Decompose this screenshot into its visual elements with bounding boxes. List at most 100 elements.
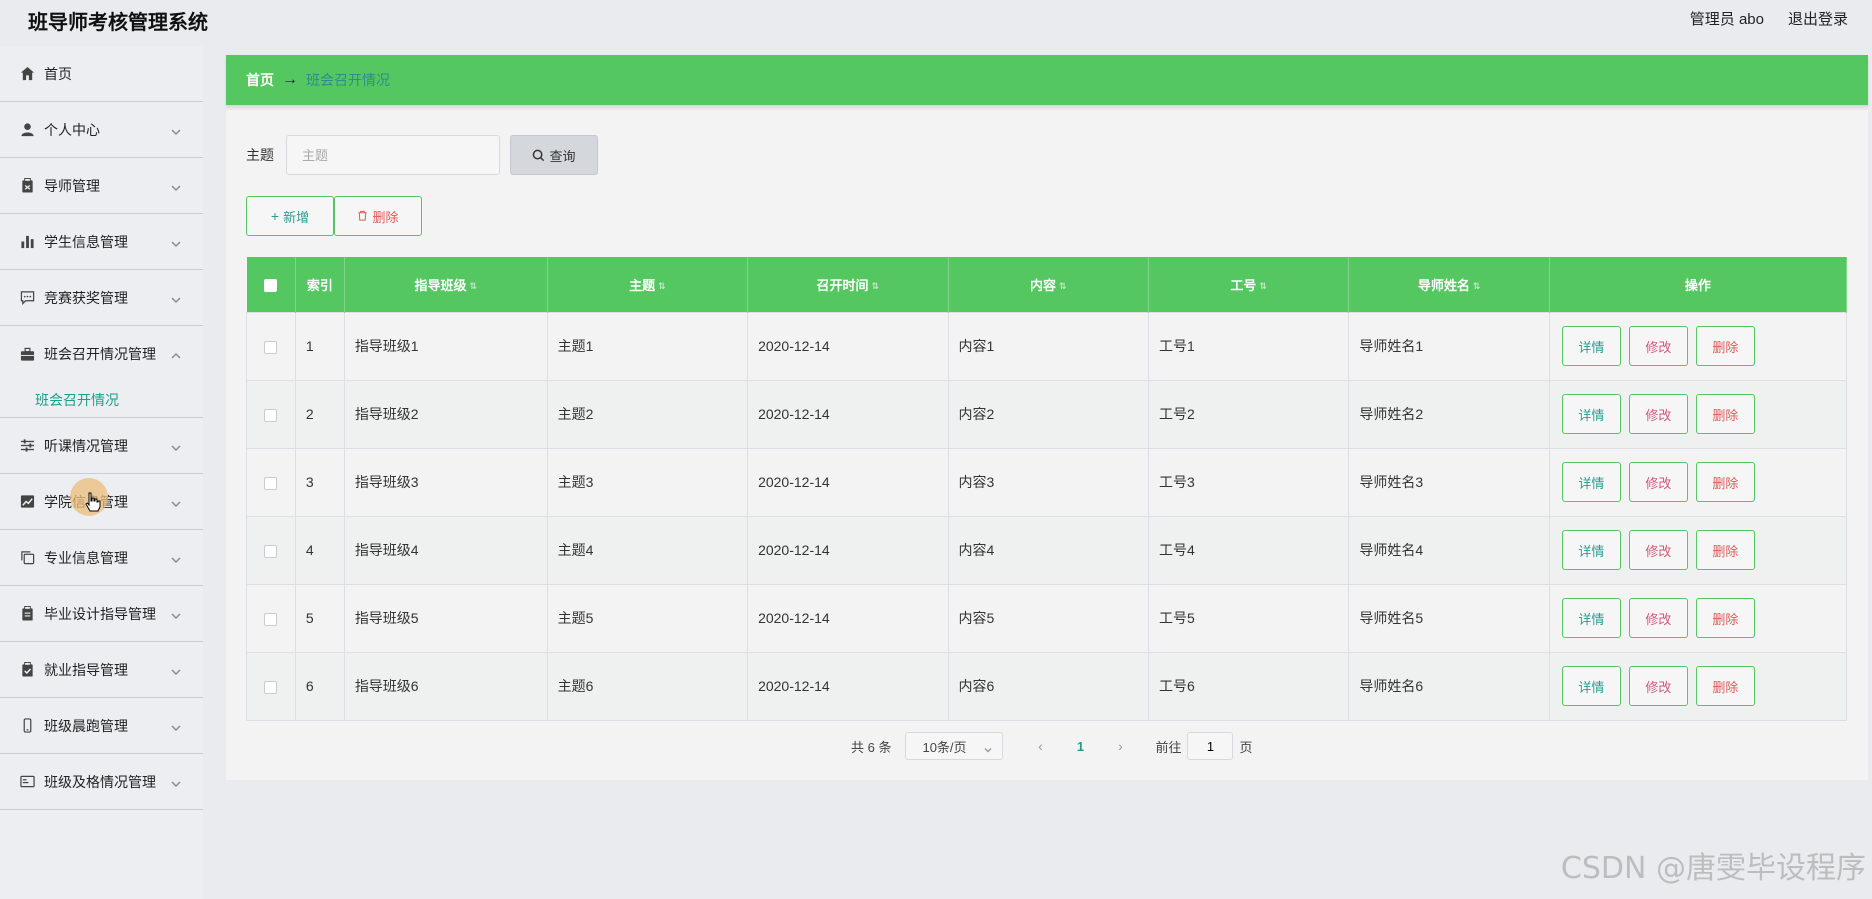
sidebar-item-graduation-design[interactable]: 毕业设计指导管理 xyxy=(0,586,203,642)
sidebar-item-personal-center[interactable]: 个人中心 xyxy=(0,102,203,158)
cell-index: 1 xyxy=(294,311,345,381)
search-button[interactable]: 查询 xyxy=(510,135,598,175)
watermark: CSDN @唐雯毕设程序 xyxy=(1560,851,1866,886)
row-select-cell[interactable] xyxy=(246,311,296,381)
sidebar-item-morning-run[interactable]: 班级晨跑管理 xyxy=(0,698,203,754)
cell-topic: 主题5 xyxy=(546,583,749,653)
sidebar-item-competition[interactable]: 竞赛获奖管理 xyxy=(0,270,203,326)
select-all-checkbox[interactable] xyxy=(264,278,278,292)
sidebar-item-label: 毕业设计指导管理 xyxy=(44,605,156,622)
detail-button[interactable]: 详情 xyxy=(1561,666,1621,706)
header-topic[interactable]: 主题 ⇅ xyxy=(547,257,749,312)
delete-row-button[interactable]: 删除 xyxy=(1695,598,1755,638)
cell-index: 6 xyxy=(294,651,345,721)
sidebar-item-label: 学生信息管理 xyxy=(44,233,128,250)
header-select-all[interactable] xyxy=(246,257,296,312)
search-button-label: 查询 xyxy=(549,148,576,164)
cell-topic: 主题4 xyxy=(546,515,749,585)
sidebar-subitem-class-meeting[interactable]: 班会召开情况 xyxy=(0,382,203,418)
row-select-cell[interactable] xyxy=(246,379,296,449)
detail-button[interactable]: 详情 xyxy=(1561,326,1621,366)
sidebar-item-major[interactable]: 专业信息管理 xyxy=(0,530,203,586)
sidebar-item-tutor[interactable]: 导师管理 xyxy=(0,158,203,214)
delete-row-button[interactable]: 删除 xyxy=(1695,666,1755,706)
cell-class: 指导班级5 xyxy=(343,583,548,653)
delete-row-button[interactable]: 删除 xyxy=(1695,394,1755,434)
sidebar-item-student-info[interactable]: 学生信息管理 xyxy=(0,214,203,270)
cell-topic: 主题1 xyxy=(546,311,749,381)
batch-delete-button[interactable]: 删除 xyxy=(334,196,422,236)
delete-row-button[interactable]: 删除 xyxy=(1695,530,1755,570)
chevron-down-icon xyxy=(171,776,181,787)
row-select-cell[interactable] xyxy=(246,447,296,517)
delete-row-button[interactable]: 删除 xyxy=(1695,462,1755,502)
page-size-select[interactable]: 10条/页 xyxy=(905,732,1004,760)
sort-icon[interactable]: ⇅ xyxy=(469,281,477,292)
copy-icon xyxy=(18,549,36,567)
top-bar: 班导师考核管理系统 管理员 abo 退出登录 xyxy=(0,0,1872,36)
detail-button[interactable]: 详情 xyxy=(1561,394,1621,434)
breadcrumb-arrow: → xyxy=(282,71,298,88)
row-select-cell[interactable] xyxy=(246,583,296,653)
chevron-down-icon xyxy=(171,552,181,563)
cell-staff-id: 工号1 xyxy=(1147,311,1350,381)
cell-tutor-name: 导师姓名6 xyxy=(1348,651,1550,721)
row-checkbox[interactable] xyxy=(264,476,278,490)
page-size-value: 10条/页 xyxy=(922,739,967,755)
breadcrumb-home[interactable]: 首页 xyxy=(246,70,274,90)
sidebar-item-class-meeting[interactable]: 班会召开情况管理 xyxy=(0,326,203,382)
row-select-cell[interactable] xyxy=(246,515,296,585)
search-icon xyxy=(533,149,545,161)
search-label: 主题 xyxy=(246,147,274,163)
cell-topic: 主题2 xyxy=(546,379,749,449)
sort-icon[interactable]: ⇅ xyxy=(1473,281,1481,292)
sort-icon[interactable]: ⇅ xyxy=(872,281,880,292)
row-checkbox[interactable] xyxy=(264,340,278,354)
detail-button[interactable]: 详情 xyxy=(1561,462,1621,502)
top-right-area: 管理员 abo 退出登录 xyxy=(1690,8,1848,29)
header-tutor-name[interactable]: 导师姓名 ⇅ xyxy=(1348,257,1550,312)
sidebar-item-pass-rate[interactable]: 班级及格情况管理 xyxy=(0,754,203,810)
header-date[interactable]: 召开时间 ⇅ xyxy=(747,257,949,312)
edit-button[interactable]: 修改 xyxy=(1628,394,1688,434)
row-checkbox[interactable] xyxy=(264,544,278,558)
cell-content: 内容3 xyxy=(947,447,1149,517)
prev-page-button[interactable]: ‹ xyxy=(1025,738,1055,754)
cell-date: 2020-12-14 xyxy=(747,583,949,653)
page-number-current[interactable]: 1 xyxy=(1065,739,1095,754)
table-row: 3 指导班级3 主题3 2020-12-14 内容3 工号3 导师姓名3 详情 修改 删除 xyxy=(246,447,1848,517)
table-row: 6 指导班级6 主题6 2020-12-14 内容6 工号6 导师姓名6 详情 修改 删除 xyxy=(246,651,1848,721)
sidebar-item-home[interactable]: 首页 xyxy=(0,46,203,102)
logout-link[interactable]: 退出登录 xyxy=(1788,8,1848,29)
sidebar-item-employment[interactable]: 就业指导管理 xyxy=(0,642,203,698)
cell-tutor-name: 导师姓名3 xyxy=(1348,447,1550,517)
sort-icon[interactable]: ⇅ xyxy=(1259,281,1267,292)
edit-button[interactable]: 修改 xyxy=(1628,462,1688,502)
detail-button[interactable]: 详情 xyxy=(1561,598,1621,638)
cell-class: 指导班级6 xyxy=(343,651,548,721)
delete-row-button[interactable]: 删除 xyxy=(1695,326,1755,366)
cell-tutor-name: 导师姓名4 xyxy=(1348,515,1550,585)
edit-button[interactable]: 修改 xyxy=(1628,326,1688,366)
header-content[interactable]: 内容 ⇅ xyxy=(948,257,1149,312)
next-page-button[interactable]: › xyxy=(1105,738,1135,754)
goto-page-input[interactable] xyxy=(1187,732,1234,760)
edit-button[interactable]: 修改 xyxy=(1628,530,1688,570)
trend-icon xyxy=(18,493,36,511)
search-input[interactable] xyxy=(286,135,500,175)
cell-date: 2020-12-14 xyxy=(747,447,949,517)
row-checkbox[interactable] xyxy=(264,680,278,694)
sort-icon[interactable]: ⇅ xyxy=(1059,281,1067,292)
header-staff-id[interactable]: 工号 ⇅ xyxy=(1148,257,1350,312)
edit-button[interactable]: 修改 xyxy=(1628,666,1688,706)
header-actions: 操作 xyxy=(1549,257,1848,312)
add-button[interactable]: + 新增 xyxy=(246,196,334,236)
row-checkbox[interactable] xyxy=(264,612,278,626)
header-class[interactable]: 指导班级 ⇅ xyxy=(344,257,548,312)
row-checkbox[interactable] xyxy=(264,408,278,422)
edit-button[interactable]: 修改 xyxy=(1628,598,1688,638)
sidebar-item-lecture[interactable]: 听课情况管理 xyxy=(0,418,203,474)
row-select-cell[interactable] xyxy=(246,651,296,721)
detail-button[interactable]: 详情 xyxy=(1561,530,1621,570)
sort-icon[interactable]: ⇅ xyxy=(658,281,666,292)
